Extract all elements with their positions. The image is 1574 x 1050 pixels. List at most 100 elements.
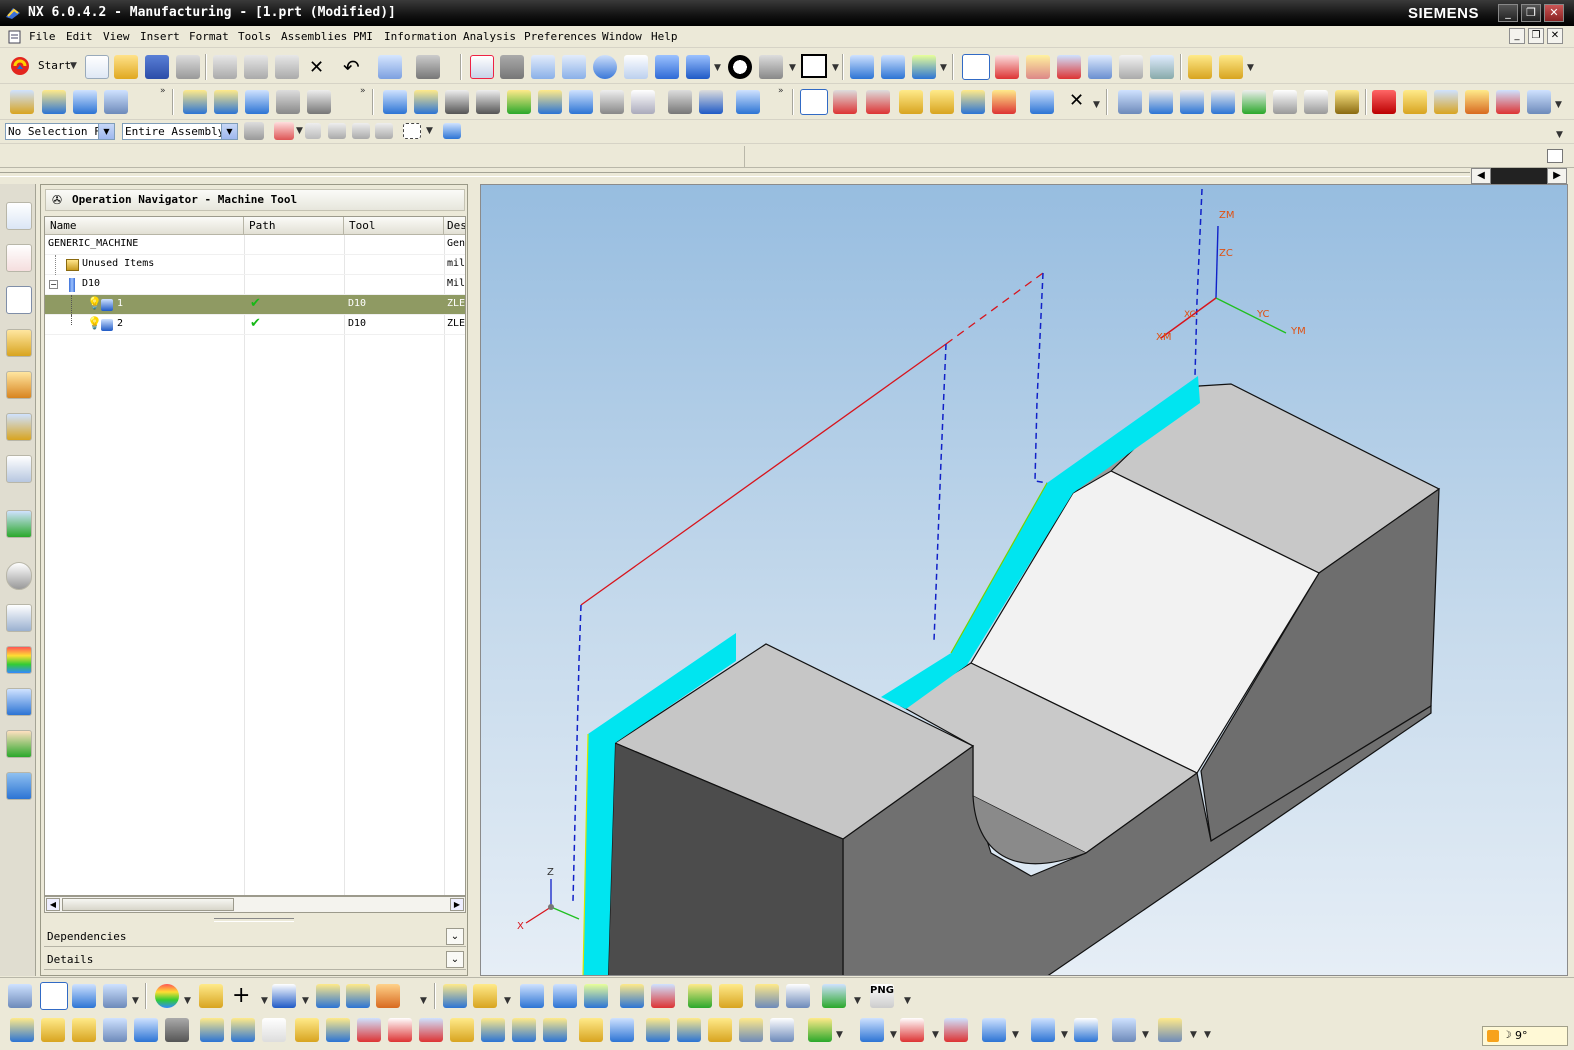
scope-select[interactable]: Entire Assembly ▼	[122, 123, 238, 140]
new-icon[interactable]	[85, 55, 109, 79]
graphics-window[interactable]: ZM ZC YC YM XC XM Z X	[480, 184, 1568, 976]
head-icon[interactable]	[1211, 90, 1235, 114]
paste-icon[interactable]	[275, 55, 299, 79]
tool-path-icon[interactable]	[699, 90, 723, 114]
shaded-icon[interactable]	[759, 55, 783, 79]
measure-angle-icon[interactable]	[1219, 55, 1243, 79]
menu-view[interactable]: View	[103, 30, 130, 43]
blank-icon[interactable]	[376, 984, 400, 1008]
column-header-tool[interactable]: Tool	[344, 217, 444, 235]
operation-navigator-icon[interactable]	[6, 286, 32, 314]
scroll-thumb[interactable]	[1491, 168, 1547, 184]
cut-icon[interactable]	[213, 55, 237, 79]
package-icon[interactable]	[1335, 90, 1359, 114]
split-icon[interactable]	[388, 1018, 412, 1042]
envelope-icon[interactable]	[1403, 90, 1427, 114]
postprocess-icon[interactable]	[538, 90, 562, 114]
ruler-icon[interactable]	[473, 984, 497, 1008]
minimize-button[interactable]: _	[1498, 4, 1518, 22]
copy-icon[interactable]	[244, 55, 268, 79]
doc-minimize-button[interactable]: _	[1509, 28, 1525, 44]
object-icon[interactable]	[668, 90, 692, 114]
mirror-icon[interactable]	[450, 1018, 474, 1042]
machine-dropdown-icon[interactable]: ▼	[1012, 1030, 1019, 1040]
rectangle-select-icon[interactable]	[403, 123, 421, 139]
delete-op-icon[interactable]	[307, 90, 331, 114]
assembly-navigator-icon[interactable]	[6, 202, 32, 230]
general-selection-icon[interactable]	[244, 122, 264, 140]
selection-icon[interactable]	[995, 55, 1019, 79]
delete-dropdown-icon[interactable]: ▼	[1093, 100, 1100, 110]
attach-op-icon[interactable]	[708, 1018, 732, 1042]
blank-dropdown-icon[interactable]: ▼	[420, 996, 427, 1006]
zoom-icon[interactable]	[531, 55, 555, 79]
gauge-icon[interactable]	[900, 1018, 924, 1042]
program-icon[interactable]	[40, 982, 68, 1010]
body-icon[interactable]	[316, 984, 340, 1008]
table-row[interactable]: − D10 Mill	[45, 275, 465, 295]
unite-icon[interactable]	[134, 1018, 158, 1042]
cut-op-icon[interactable]	[214, 90, 238, 114]
wcs-origin-icon[interactable]	[520, 984, 544, 1008]
background-dropdown-icon[interactable]: ▼	[832, 63, 839, 73]
scroll-thumb[interactable]	[62, 898, 234, 911]
measure-distance-icon[interactable]	[1188, 55, 1212, 79]
delete-icon[interactable]: ✕	[309, 57, 324, 78]
tool-icon[interactable]	[1149, 90, 1173, 114]
select-arrow-icon[interactable]	[1057, 55, 1081, 79]
curve-icon[interactable]	[272, 984, 296, 1008]
horizontal-scrollbar[interactable]: ◀ ▶	[44, 896, 466, 913]
export-dropdown-icon[interactable]: ▼	[904, 996, 911, 1006]
zoom-window-icon[interactable]	[500, 55, 524, 79]
sequence-view-icon[interactable]	[103, 984, 127, 1008]
process-studio-icon[interactable]	[6, 688, 32, 716]
list-icon[interactable]	[770, 1018, 794, 1042]
link-icon[interactable]	[930, 90, 954, 114]
open-icon[interactable]	[114, 55, 138, 79]
orient-dropdown-icon[interactable]: ▼	[714, 63, 721, 73]
solid-body-icon[interactable]	[443, 123, 461, 139]
revolve-icon[interactable]	[326, 1018, 350, 1042]
axis-icon[interactable]	[944, 1018, 968, 1042]
chevron-down-icon[interactable]: ⌄	[446, 951, 464, 968]
wcs-icon[interactable]	[850, 55, 874, 79]
perspective-icon[interactable]	[655, 55, 679, 79]
fixture-dropdown-icon[interactable]: ▼	[1190, 1030, 1197, 1040]
menu-format[interactable]: Format	[189, 30, 229, 43]
check-icon[interactable]	[1242, 90, 1266, 114]
offset-icon[interactable]	[419, 1018, 443, 1042]
menu-analysis[interactable]: Analysis	[463, 30, 516, 43]
fit-icon[interactable]	[470, 55, 494, 79]
pan-icon[interactable]	[624, 55, 648, 79]
undo-icon[interactable]: ↶	[343, 55, 360, 79]
feature-navigator-icon[interactable]	[6, 371, 32, 399]
box-op-icon[interactable]	[72, 1018, 96, 1042]
point-icon[interactable]: +	[232, 983, 250, 1008]
overflow-dropdown-icon[interactable]: ▼	[1204, 1030, 1211, 1040]
view-dropdown-icon[interactable]: ▼	[132, 996, 139, 1006]
red-cube-icon[interactable]	[1372, 90, 1396, 114]
orient-view-icon[interactable]	[686, 55, 710, 79]
column-header-description[interactable]: Des	[444, 217, 465, 235]
menu-information[interactable]: Information	[384, 30, 457, 43]
shop-doc-icon[interactable]	[569, 90, 593, 114]
thicken-icon[interactable]	[543, 1018, 567, 1042]
zoom-in-out-icon[interactable]	[562, 55, 586, 79]
clamp-icon[interactable]	[1112, 1018, 1136, 1042]
toolbar-overflow-icon[interactable]: »	[160, 86, 166, 96]
feature-icon[interactable]	[992, 90, 1016, 114]
png-export-icon[interactable]: PNG	[870, 984, 894, 1008]
move-layer-icon[interactable]	[651, 984, 675, 1008]
ruler-dropdown-icon[interactable]: ▼	[504, 996, 511, 1006]
deselect-icon[interactable]	[1088, 55, 1112, 79]
gauge-dropdown-icon[interactable]: ▼	[932, 1030, 939, 1040]
method-view-icon[interactable]	[899, 90, 923, 114]
trim-icon[interactable]	[357, 1018, 381, 1042]
doc-close-button[interactable]: ✕	[1547, 28, 1563, 44]
details-panel[interactable]: Details ⌄	[44, 950, 466, 970]
overflow-dropdown-icon[interactable]: ▼	[1556, 130, 1563, 140]
kinematics-icon[interactable]	[1031, 1018, 1055, 1042]
edit-object-icon[interactable]	[378, 55, 402, 79]
edit-op-icon[interactable]	[183, 90, 207, 114]
table-row[interactable]: 💡 2 ✔ D10 ZLE	[45, 315, 465, 335]
